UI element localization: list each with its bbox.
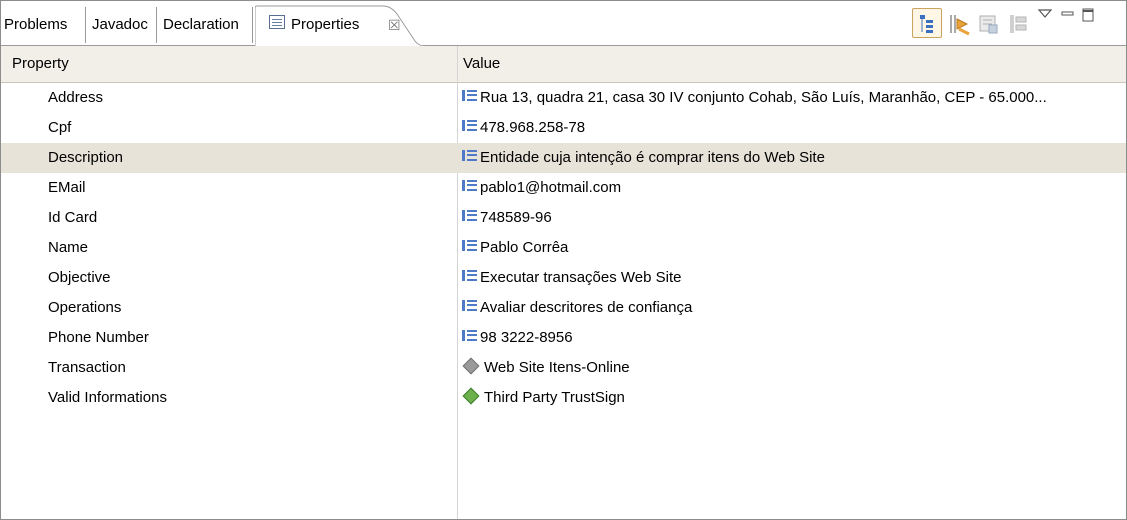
property-name: Cpf bbox=[48, 119, 72, 136]
tab-properties-label: Properties bbox=[291, 16, 360, 33]
list-value-icon bbox=[462, 119, 477, 131]
list-value-icon bbox=[462, 209, 477, 221]
list-value-icon bbox=[462, 179, 477, 191]
property-value-text: pablo1@hotmail.com bbox=[480, 179, 622, 196]
tab-javadoc[interactable]: Javadoc bbox=[86, 7, 157, 43]
property-value-cell[interactable]: Web Site Itens-Online bbox=[462, 353, 630, 383]
grey-diamond-icon bbox=[462, 357, 480, 375]
property-name: EMail bbox=[48, 179, 86, 196]
table-row[interactable]: Valid Informations Third Party TrustSign bbox=[1, 383, 1126, 413]
tab-declaration[interactable]: Declaration bbox=[157, 7, 253, 43]
show-advanced-icon[interactable] bbox=[947, 11, 971, 37]
tab-problems[interactable]: Problems bbox=[1, 7, 86, 43]
table-row[interactable]: Cpf 478.968.258-78 bbox=[1, 113, 1126, 143]
property-value-cell[interactable]: 98 3222-8956 bbox=[462, 323, 573, 353]
table-row[interactable]: Description Entidade cuja intenção é comp… bbox=[1, 143, 1126, 173]
table-row[interactable]: Transaction Web Site Itens-Online bbox=[1, 353, 1126, 383]
filter-icon[interactable] bbox=[977, 11, 1001, 37]
property-name: Description bbox=[48, 149, 124, 166]
list-value-icon bbox=[462, 89, 477, 101]
property-value-cell[interactable]: Pablo Corrêa bbox=[462, 233, 568, 263]
property-value-text: Web Site Itens-Online bbox=[484, 359, 630, 376]
property-value-text: Rua 13, quadra 21, casa 30 IV conjunto C… bbox=[480, 89, 1047, 106]
property-value-cell[interactable]: Rua 13, quadra 21, casa 30 IV conjunto C… bbox=[462, 83, 1047, 113]
value-column-header[interactable]: Value bbox=[463, 46, 500, 82]
restore-default-icon[interactable] bbox=[1007, 11, 1031, 37]
close-icon[interactable]: ☒ bbox=[388, 7, 401, 43]
view-menu-icon[interactable] bbox=[1037, 7, 1053, 21]
property-value-text: Executar transações Web Site bbox=[480, 269, 682, 286]
property-value-text: Entidade cuja intenção é comprar itens d… bbox=[480, 149, 825, 166]
tab-properties[interactable]: Properties ☒ bbox=[255, 1, 423, 47]
table-header: Property Value bbox=[1, 46, 1126, 83]
property-value-text: Avaliar descritores de confiança bbox=[480, 299, 693, 316]
property-value-cell[interactable]: Third Party TrustSign bbox=[462, 383, 625, 413]
property-name: Transaction bbox=[48, 359, 126, 376]
table-row[interactable]: Objective Executar transações Web Site bbox=[1, 263, 1126, 293]
show-categories-icon[interactable] bbox=[912, 8, 942, 38]
property-column-header[interactable]: Property bbox=[12, 46, 69, 82]
property-value-text: 98 3222-8956 bbox=[480, 329, 573, 346]
property-value-cell[interactable]: Avaliar descritores de confiança bbox=[462, 293, 692, 323]
list-value-icon bbox=[462, 149, 477, 161]
property-name: Address bbox=[48, 89, 104, 106]
property-value-cell[interactable]: 478.968.258-78 bbox=[462, 113, 585, 143]
table-row[interactable]: Name Pablo Corrêa bbox=[1, 233, 1126, 263]
property-name: Objective bbox=[48, 269, 111, 286]
list-value-icon bbox=[462, 269, 477, 281]
tab-bar: Problems Javadoc Declaration Properties … bbox=[1, 1, 1126, 47]
property-value-text: 748589-96 bbox=[480, 209, 552, 226]
table-row[interactable]: Operations Avaliar descritores de confian… bbox=[1, 293, 1126, 323]
property-name: Id Card bbox=[48, 209, 98, 226]
green-diamond-icon bbox=[462, 387, 480, 405]
property-value-cell[interactable]: Entidade cuja intenção é comprar itens d… bbox=[462, 143, 825, 173]
list-value-icon bbox=[462, 239, 477, 251]
property-name: Operations bbox=[48, 299, 122, 316]
list-value-icon bbox=[462, 299, 477, 311]
table-row[interactable]: Id Card 748589-96 bbox=[1, 203, 1126, 233]
minimize-icon[interactable] bbox=[1060, 7, 1076, 21]
table-row[interactable]: Address Rua 13, quadra 21, casa 30 IV con… bbox=[1, 83, 1126, 113]
list-value-icon bbox=[462, 329, 477, 341]
property-name: Phone Number bbox=[48, 329, 149, 346]
property-value-text: Third Party TrustSign bbox=[484, 389, 625, 406]
property-name: Name bbox=[48, 239, 89, 256]
property-value-cell[interactable]: Executar transações Web Site bbox=[462, 263, 682, 293]
property-name: Valid Informations bbox=[48, 389, 167, 406]
property-value-text: 478.968.258-78 bbox=[480, 119, 586, 136]
table-row[interactable]: Phone Number 98 3222-8956 bbox=[1, 323, 1126, 353]
properties-view: Problems Javadoc Declaration Properties … bbox=[0, 0, 1127, 520]
table-row[interactable]: EMail pablo1@hotmail.com bbox=[1, 173, 1126, 203]
properties-icon bbox=[269, 15, 285, 29]
property-value-cell[interactable]: pablo1@hotmail.com bbox=[462, 173, 621, 203]
maximize-icon[interactable] bbox=[1080, 7, 1096, 23]
property-value-cell[interactable]: 748589-96 bbox=[462, 203, 552, 233]
property-value-text: Pablo Corrêa bbox=[480, 239, 569, 256]
